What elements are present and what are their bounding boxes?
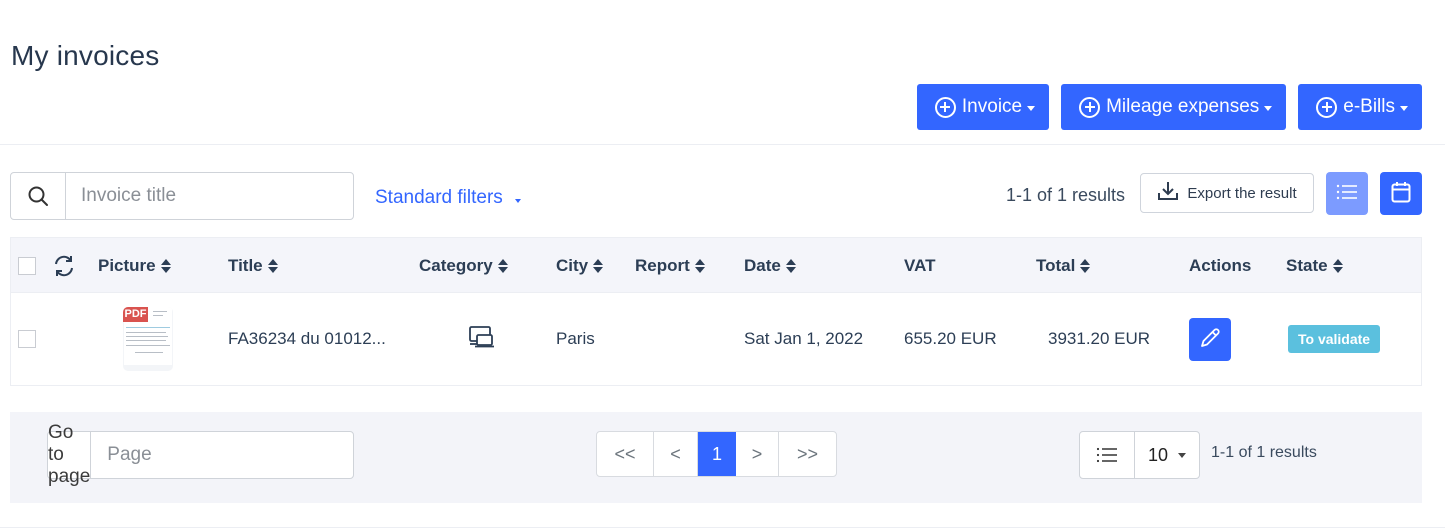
go-to-page-group: Go to page (47, 422, 369, 487)
page-button-current[interactable]: 1 (698, 432, 736, 476)
last-page-button[interactable]: >> (779, 432, 836, 476)
select-all-checkbox[interactable] (18, 256, 36, 275)
sort-icon (160, 258, 171, 273)
sort-icon (694, 258, 705, 273)
column-label: Category (419, 255, 493, 275)
invoice-title-search-input[interactable] (66, 173, 353, 219)
date-cell: Sat Jan 1, 2022 (744, 329, 864, 348)
standard-filters-dropdown[interactable]: Standard filters (375, 187, 521, 209)
column-header-category[interactable]: Category (419, 238, 508, 293)
download-icon (1157, 181, 1179, 205)
column-label: State (1286, 255, 1328, 275)
column-label: Picture (98, 255, 156, 275)
add-invoice-label: Invoice (961, 96, 1023, 117)
column-header-picture[interactable]: Picture (98, 238, 171, 293)
plus-circle-icon (1316, 96, 1338, 118)
calendar-view-button[interactable] (1380, 172, 1422, 215)
results-summary-bottom: 1-1 of 1 results (1211, 444, 1317, 461)
add-ebills-button[interactable]: e-Bills (1298, 84, 1422, 130)
header-divider (0, 144, 1445, 145)
search-icon[interactable] (11, 173, 66, 219)
list-icon (1336, 183, 1358, 204)
per-page-group: 10 (1079, 431, 1200, 479)
category-cell (469, 293, 495, 385)
add-mileage-expenses-button[interactable]: Mileage expenses (1061, 84, 1287, 130)
plus-circle-icon (934, 96, 956, 118)
picture-cell: PDF (123, 293, 173, 385)
invoices-table: Picture Title Category City Report Date … (10, 237, 1422, 386)
sort-icon (1080, 258, 1091, 273)
top-actions: Invoice Mileage expenses e-Bills (916, 84, 1422, 130)
export-result-button[interactable]: Export the result (1140, 173, 1314, 213)
table-header: Picture Title Category City Report Date … (11, 238, 1421, 293)
column-header-date[interactable]: Date (744, 238, 796, 293)
standard-filters-label: Standard filters (375, 187, 503, 208)
row-select-cell (18, 293, 36, 385)
first-page-button[interactable]: << (597, 432, 654, 476)
pencil-icon (1199, 327, 1221, 352)
caret-down-icon (1178, 452, 1187, 458)
title-cell: FA36234 du 01012... (228, 329, 386, 348)
total-cell: 3931.20 EUR (1048, 329, 1151, 348)
vat-cell: 655.20 EUR (904, 329, 997, 348)
page-number-input[interactable] (91, 432, 369, 478)
pdf-badge: PDF (123, 307, 148, 322)
go-to-page-label: Go to page (48, 422, 92, 487)
sort-icon (267, 258, 278, 273)
column-header-title[interactable]: Title (228, 238, 278, 293)
column-header-city[interactable]: City (556, 238, 604, 293)
sort-icon (593, 258, 604, 273)
column-label: Title (228, 255, 263, 275)
pagination: << < 1 > >> (596, 431, 837, 477)
caret-down-icon (1027, 105, 1036, 111)
refresh-icon[interactable] (52, 238, 76, 293)
column-header-state[interactable]: State (1286, 238, 1343, 293)
plus-circle-icon (1079, 96, 1101, 118)
previous-page-button[interactable]: < (654, 432, 698, 476)
per-page-select[interactable]: 10 (1135, 432, 1199, 478)
column-label: Actions (1189, 255, 1252, 275)
table-row[interactable]: PDF FA36234 du 01012... Paris Sat Jan 1,… (11, 293, 1421, 385)
search-group (10, 172, 354, 220)
caret-down-icon (1264, 105, 1273, 111)
devices-icon (469, 325, 495, 353)
caret-down-icon (1400, 105, 1408, 111)
edit-invoice-button[interactable] (1189, 317, 1231, 361)
calendar-icon (1391, 181, 1411, 206)
city-cell: Paris (556, 329, 595, 348)
sort-icon (785, 258, 796, 273)
column-label: City (556, 255, 589, 275)
row-checkbox[interactable] (18, 330, 36, 348)
per-page-value: 10 (1147, 444, 1169, 465)
column-header-vat: VAT (904, 238, 935, 293)
pagination-bar: Go to page << < 1 > >> 10 1-1 of 1 resul… (10, 412, 1422, 503)
add-invoice-button[interactable]: Invoice (916, 84, 1050, 130)
column-label: Date (744, 255, 781, 275)
actions-cell (1189, 293, 1231, 385)
column-header-actions: Actions (1189, 238, 1251, 293)
column-header-total[interactable]: Total (1036, 238, 1091, 293)
list-icon (1080, 432, 1135, 478)
footer-divider (0, 527, 1445, 528)
column-label: Total (1036, 255, 1076, 275)
sort-icon (497, 258, 508, 273)
sort-icon (1332, 258, 1343, 273)
state-cell: To validate (1288, 293, 1381, 385)
select-all-cell (18, 238, 36, 293)
column-label: VAT (904, 255, 936, 275)
column-label: Report (635, 255, 690, 275)
state-badge: To validate (1288, 325, 1381, 353)
invoice-thumbnail[interactable]: PDF (123, 307, 173, 371)
add-mileage-expenses-label: Mileage expenses (1106, 96, 1260, 117)
results-summary: 1-1 of 1 results (1006, 185, 1126, 205)
column-header-report[interactable]: Report (635, 238, 705, 293)
caret-down-icon (514, 199, 521, 203)
list-view-button[interactable] (1326, 172, 1368, 215)
add-ebills-label: e-Bills (1343, 96, 1395, 117)
next-page-button[interactable]: > (736, 432, 779, 476)
page-title: My invoices (11, 40, 160, 71)
export-label: Export the result (1187, 184, 1297, 202)
